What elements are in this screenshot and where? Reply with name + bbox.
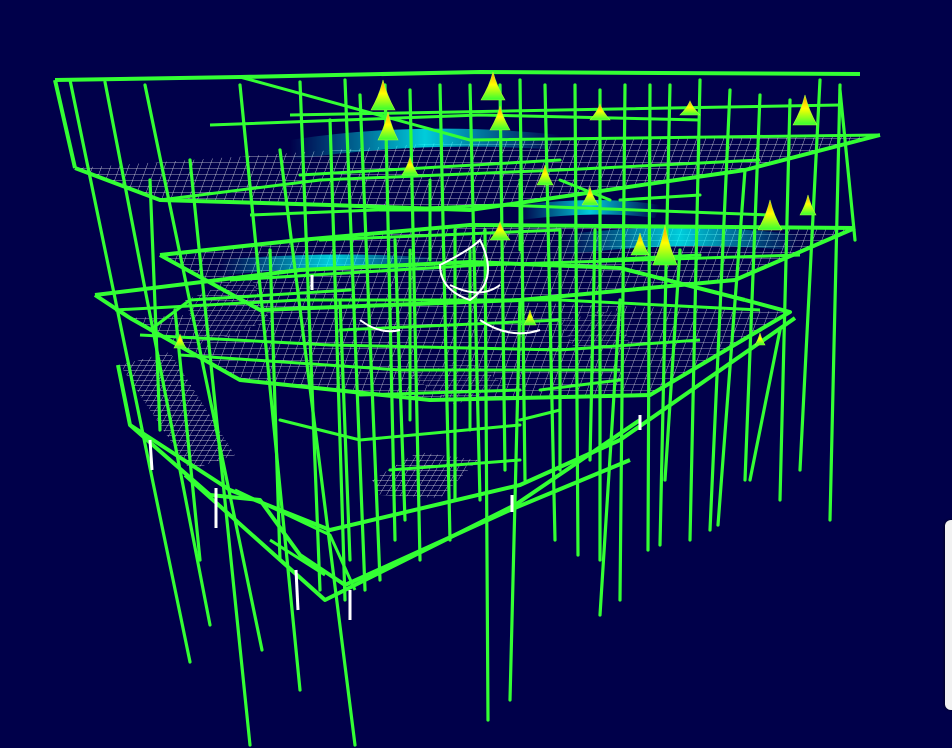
column (748, 328, 782, 482)
stress-peak (370, 79, 396, 111)
structural-model-render[interactable] (0, 0, 952, 748)
column (828, 83, 842, 522)
pit-slab-mesh (372, 452, 478, 498)
highlighted-member (148, 439, 154, 471)
beam (618, 193, 702, 202)
side-panel-handle[interactable] (945, 520, 952, 710)
column (838, 88, 857, 242)
highlighted-member (294, 569, 300, 611)
column (646, 83, 652, 552)
3d-model-viewport[interactable] (0, 0, 952, 748)
beam (358, 423, 522, 442)
beam (278, 418, 362, 442)
beam (518, 408, 562, 422)
roof-edge-beam (54, 70, 861, 82)
stress-peak (589, 103, 611, 121)
roof-beam (209, 113, 701, 127)
stress-peak (792, 94, 818, 126)
